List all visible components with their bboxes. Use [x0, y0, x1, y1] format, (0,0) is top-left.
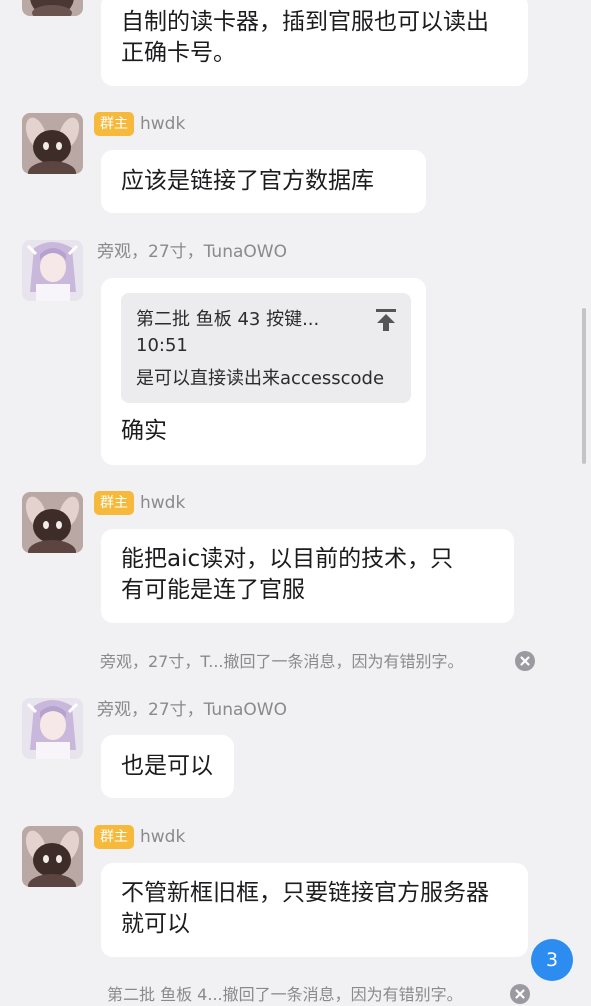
recall-notice: 第二批 鱼板 4...撤回了一条消息，因为有错别字。 [107, 985, 463, 1004]
owner-badge: 群主 [94, 112, 134, 136]
close-icon[interactable] [515, 651, 535, 671]
quote-header: 第二批 鱼板 43 按键... [136, 309, 320, 330]
owner-badge: 群主 [94, 491, 134, 515]
sender-name[interactable]: hwdk [140, 113, 185, 135]
message-bubble[interactable]: 能把aic读对，以目前的技术，只 有可能是连了官服 [101, 529, 514, 623]
unread-count-badge[interactable]: 3 [531, 939, 573, 981]
recall-notice: 旁观，27寸，T...撤回了一条消息，因为有错别字。 [100, 652, 464, 671]
message-text: 确实 [121, 418, 167, 444]
sender-name[interactable]: 旁观，27寸，TunaOWO [97, 699, 287, 721]
message-text: 也是可以 [121, 753, 213, 779]
message-bubble[interactable]: 应该是链接了官方数据库 [101, 150, 426, 213]
sender-name[interactable]: 旁观，27寸，TunaOWO [97, 241, 287, 263]
close-icon[interactable] [510, 984, 530, 1004]
message-text: 自制的读卡器，插到官服也可以读出 [121, 9, 489, 35]
pin-to-top-icon[interactable] [375, 308, 397, 332]
owner-badge: 群主 [94, 825, 134, 849]
quote-time: 10:51 [136, 335, 188, 356]
message-text: 应该是链接了官方数据库 [121, 168, 374, 194]
message-text: 有可能是连了官服 [121, 577, 305, 603]
avatar-tunaowo[interactable] [22, 240, 83, 301]
message-text: 正确卡号。 [121, 40, 236, 66]
message-text-area: 确实 [101, 416, 241, 450]
message-bubble[interactable]: 不管新框旧框，只要链接官方服务器 就可以 [101, 863, 528, 957]
message-text: 就可以 [121, 911, 190, 937]
avatar-hwdk[interactable] [22, 113, 83, 174]
message-text: 不管新框旧框，只要链接官方服务器 [121, 880, 489, 906]
avatar-hwdk[interactable] [22, 492, 83, 553]
quoted-message[interactable]: 第二批 鱼板 43 按键... 10:51 是可以直接读出来accesscode [121, 293, 411, 403]
scrollbar[interactable] [582, 308, 586, 464]
message-bubble[interactable]: 自制的读卡器，插到官服也可以读出 正确卡号。 [101, 0, 528, 86]
avatar-hwdk[interactable] [22, 0, 83, 16]
quote-text: 是可以直接读出来accesscode [136, 368, 385, 389]
message-bubble[interactable]: 也是可以 [101, 735, 234, 798]
sender-name[interactable]: hwdk [140, 492, 185, 514]
avatar-tunaowo[interactable] [22, 698, 83, 759]
avatar-hwdk[interactable] [22, 826, 83, 887]
sender-name[interactable]: hwdk [140, 826, 185, 848]
message-text: 能把aic读对，以目前的技术，只 [121, 546, 454, 572]
